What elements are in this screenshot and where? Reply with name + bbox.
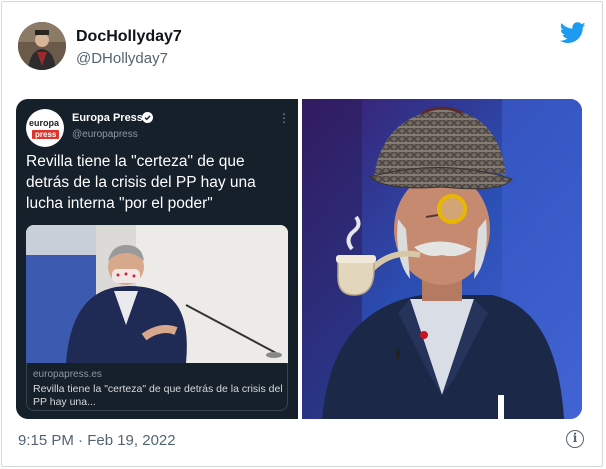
avatar[interactable] [18,22,66,70]
embedded-tweet-text: Revilla tiene la "certeza" de que detrás… [26,153,256,212]
link-preview: europapress.es Revilla tiene la "certeza… [26,363,288,411]
embedded-handle: @europapress [72,129,138,140]
edited-photo[interactable] [302,99,582,419]
link-title: Revilla tiene la "certeza" de que detrás… [33,383,283,408]
news-photo [26,225,288,363]
avatar-image [18,22,66,70]
tweet-media[interactable]: europa press Europa Press @europapress ⋮… [16,99,582,419]
embedded-tweet-screenshot[interactable]: europa press Europa Press @europapress ⋮… [16,99,298,419]
news-photo-image [26,225,288,363]
verified-badge-icon [142,112,153,123]
embedded-display-name: Europa Press [72,112,143,124]
tweet-card: DocHollyday7 @DHollyday7 europa press Eu… [1,1,603,467]
europapress-logo: europa press [26,109,64,147]
more-options-icon: ⋮ [278,111,290,125]
sherlock-meme-image [302,99,582,419]
twitter-bird-icon[interactable] [560,22,586,44]
info-icon[interactable]: i [566,430,584,448]
link-domain: europapress.es [33,369,102,380]
display-name[interactable]: DocHollyday7 [76,28,182,46]
tweet-timestamp[interactable]: 9:15 PM · Feb 19, 2022 [18,432,176,449]
user-handle[interactable]: @DHollyday7 [76,50,168,67]
